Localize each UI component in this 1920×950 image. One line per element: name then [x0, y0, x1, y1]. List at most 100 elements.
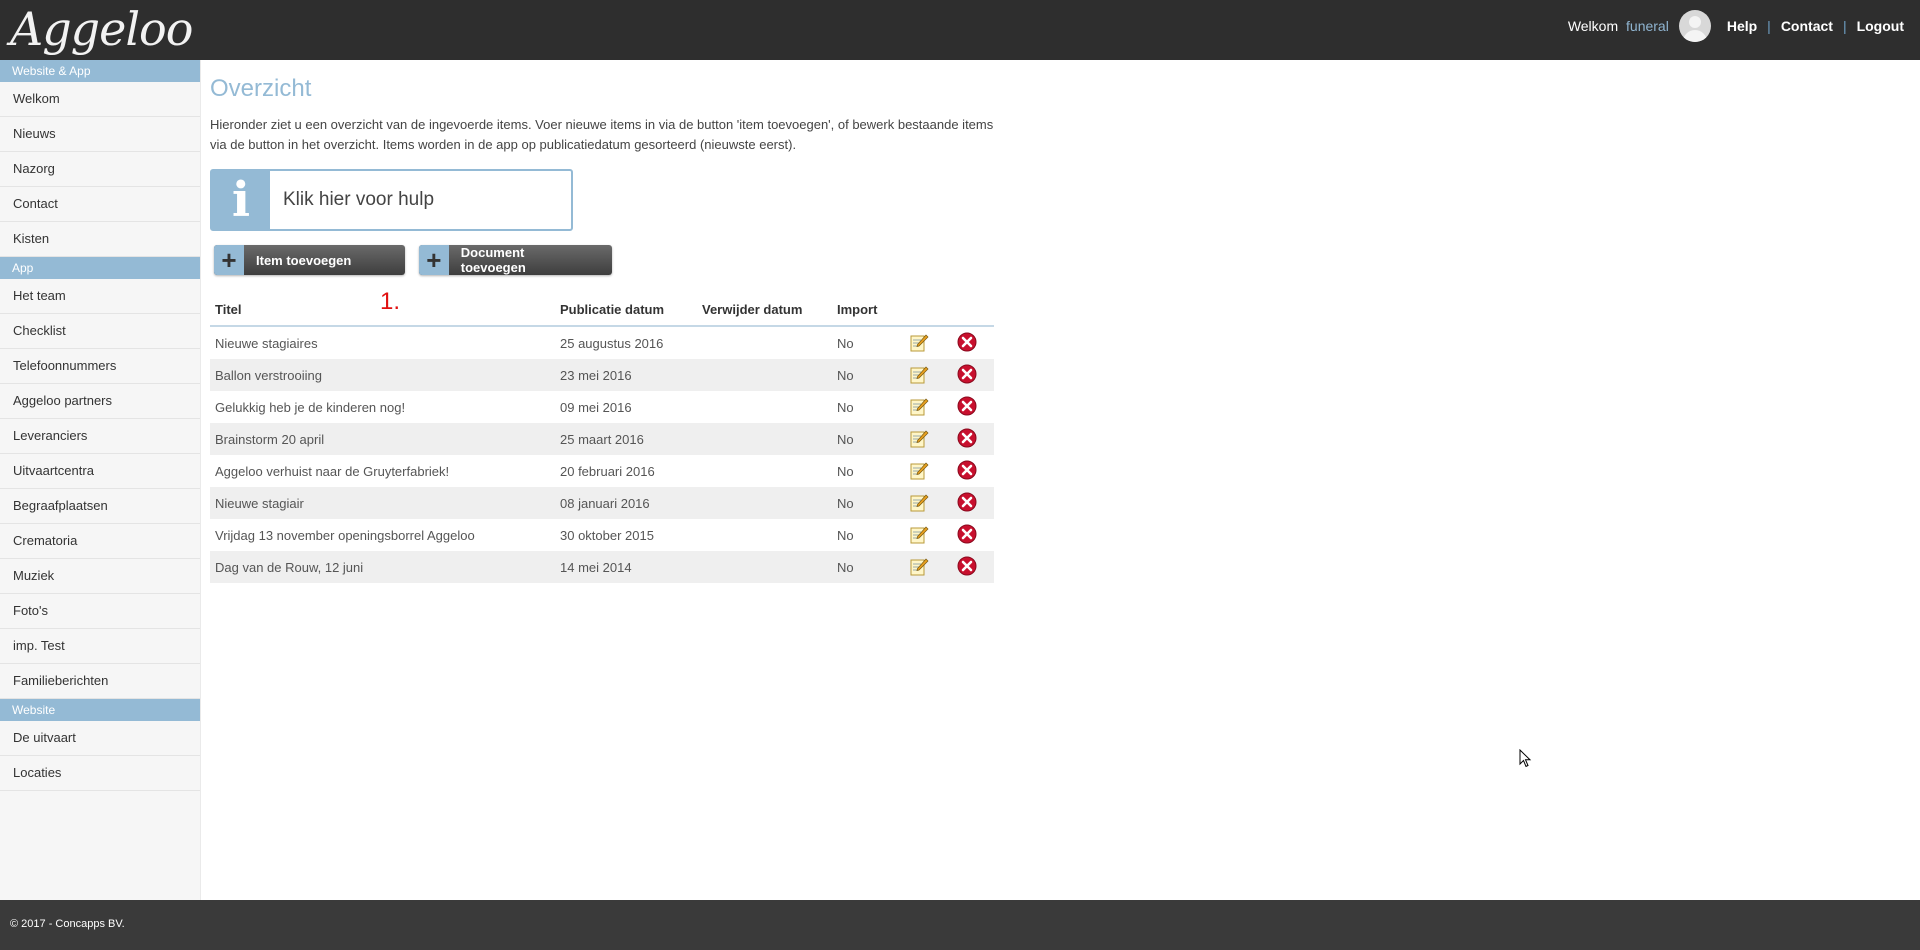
table-row: Gelukkig heb je de kinderen nog! 09 mei 2… — [210, 391, 994, 423]
row-edit-cell — [904, 455, 952, 487]
sidebar: Website & App Welkom Nieuws Nazorg Conta… — [0, 60, 201, 900]
edit-icon[interactable] — [909, 557, 929, 575]
row-publication-date: 08 januari 2016 — [555, 487, 697, 519]
welcome-text: Welkom funeral — [1568, 18, 1669, 34]
table-row: Dag van de Rouw, 12 juni 14 mei 2014 No — [210, 551, 994, 583]
main-content: Overzicht Hieronder ziet u een overzicht… — [210, 60, 1000, 583]
row-delete-cell — [952, 455, 994, 487]
delete-icon[interactable] — [957, 492, 977, 512]
row-removal-date — [697, 455, 832, 487]
copyright-text: © 2017 - Concapps BV. — [10, 918, 125, 930]
sidebar-item-contact[interactable]: Contact — [0, 187, 200, 222]
sidebar-item-welkom[interactable]: Welkom — [0, 82, 200, 117]
row-removal-date — [697, 519, 832, 551]
edit-icon[interactable] — [909, 365, 929, 383]
sidebar-item-checklist[interactable]: Checklist — [0, 314, 200, 349]
row-import: No — [832, 551, 904, 583]
column-header-verwijder-datum[interactable]: Verwijder datum — [697, 293, 832, 327]
annotation-marker: 1. — [380, 288, 401, 315]
edit-icon[interactable] — [909, 525, 929, 543]
contact-link[interactable]: Contact — [1781, 18, 1833, 34]
row-removal-date — [697, 326, 832, 359]
logo[interactable]: Aggeloo — [10, 2, 193, 56]
table-row: Nieuwe stagiair 08 januari 2016 No — [210, 487, 994, 519]
nav-separator: | — [1842, 18, 1847, 34]
delete-icon[interactable] — [957, 332, 977, 352]
row-delete-cell — [952, 359, 994, 391]
sidebar-item-nazorg[interactable]: Nazorg — [0, 152, 200, 187]
table-row: Nieuwe stagiaires 25 augustus 2016 No — [210, 326, 994, 359]
sidebar-item-crematoria[interactable]: Crematoria — [0, 524, 200, 559]
edit-icon[interactable] — [909, 461, 929, 479]
row-removal-date — [697, 551, 832, 583]
sidebar-item-de-uitvaart[interactable]: De uitvaart — [0, 721, 200, 756]
row-import: No — [832, 359, 904, 391]
row-delete-cell — [952, 391, 994, 423]
add-item-button[interactable]: + Item toevoegen — [214, 245, 405, 275]
button-row: + Item toevoegen + Document toevoegen — [210, 245, 1000, 277]
sidebar-item-begraafplaatsen[interactable]: Begraafplaatsen — [0, 489, 200, 524]
avatar[interactable] — [1678, 10, 1711, 42]
nav-separator: | — [1767, 18, 1771, 34]
logout-link[interactable]: Logout — [1857, 18, 1904, 34]
sidebar-item-muziek[interactable]: Muziek — [0, 559, 200, 594]
items-table: Titel Publicatie datum Verwijder datum I… — [210, 293, 994, 583]
sidebar-section-website-app: Website & App — [0, 60, 200, 82]
sidebar-item-imp-test[interactable]: imp. Test — [0, 629, 200, 664]
sidebar-item-nieuws[interactable]: Nieuws — [0, 117, 200, 152]
row-import: No — [837, 335, 854, 351]
help-button[interactable]: i Klik hier voor hulp — [210, 169, 573, 231]
column-header-import[interactable]: Import — [832, 293, 904, 327]
row-import: No — [837, 399, 854, 415]
sidebar-item-fotos[interactable]: Foto's — [0, 594, 200, 629]
sidebar-item-leveranciers[interactable]: Leveranciers — [0, 419, 200, 454]
sidebar-item-aggeloo-partners[interactable]: Aggeloo partners — [0, 384, 200, 419]
column-header-edit — [904, 293, 952, 327]
sidebar-item-uitvaartcentra[interactable]: Uitvaartcentra — [0, 454, 200, 489]
row-publication-date: 20 februari 2016 — [560, 463, 655, 479]
table-header-row: Titel Publicatie datum Verwijder datum I… — [210, 293, 994, 327]
sidebar-item-familieberichten[interactable]: Familieberichten — [0, 664, 200, 699]
row-edit-cell — [904, 487, 952, 519]
help-text: Klik hier voor hulp — [283, 189, 435, 210]
plus-icon: + — [419, 245, 449, 275]
add-document-button[interactable]: + Document toevoegen — [419, 245, 612, 275]
edit-icon[interactable] — [909, 333, 929, 351]
edit-icon[interactable] — [909, 429, 929, 447]
column-header-delete — [952, 293, 994, 327]
delete-icon[interactable] — [957, 460, 977, 480]
row-removal-date — [697, 359, 832, 391]
help-link[interactable]: Help — [1727, 18, 1757, 34]
add-item-label: Item toevoegen — [256, 252, 352, 268]
row-edit-cell — [904, 326, 952, 359]
row-publication-date: 25 maart 2016 — [555, 423, 697, 455]
delete-icon[interactable] — [957, 524, 977, 544]
row-title: Nieuwe stagiaires — [215, 335, 318, 351]
row-removal-date — [697, 423, 832, 455]
delete-icon[interactable] — [957, 364, 977, 384]
sidebar-item-telefoonnummers[interactable]: Telefoonnummers — [0, 349, 200, 384]
row-import: No — [837, 463, 854, 479]
row-title: Ballon verstrooiing — [210, 359, 555, 391]
row-publication-date: 14 mei 2014 — [555, 551, 697, 583]
edit-icon[interactable] — [909, 493, 929, 511]
sidebar-item-locaties[interactable]: Locaties — [0, 756, 200, 791]
row-title: Vrijdag 13 november openingsborrel Aggel… — [215, 527, 475, 543]
row-publication-date: 23 mei 2016 — [555, 359, 697, 391]
row-publication-date: 09 mei 2016 — [560, 399, 632, 415]
row-delete-cell — [952, 423, 994, 455]
column-header-publicatie-datum[interactable]: Publicatie datum — [555, 293, 697, 327]
sidebar-item-het-team[interactable]: Het team — [0, 279, 200, 314]
username: funeral — [1626, 18, 1669, 34]
row-title: Gelukkig heb je de kinderen nog! — [215, 399, 406, 415]
page-title: Overzicht — [210, 75, 312, 102]
row-title: Dag van de Rouw, 12 juni — [210, 551, 555, 583]
add-document-label: Document toevoegen — [460, 245, 526, 275]
delete-icon[interactable] — [957, 428, 977, 448]
delete-icon[interactable] — [957, 556, 977, 576]
sidebar-item-kisten[interactable]: Kisten — [0, 222, 200, 257]
row-publication-date: 30 oktober 2015 — [560, 527, 654, 543]
row-edit-cell — [904, 551, 952, 583]
edit-icon[interactable] — [909, 397, 929, 415]
delete-icon[interactable] — [957, 396, 977, 416]
